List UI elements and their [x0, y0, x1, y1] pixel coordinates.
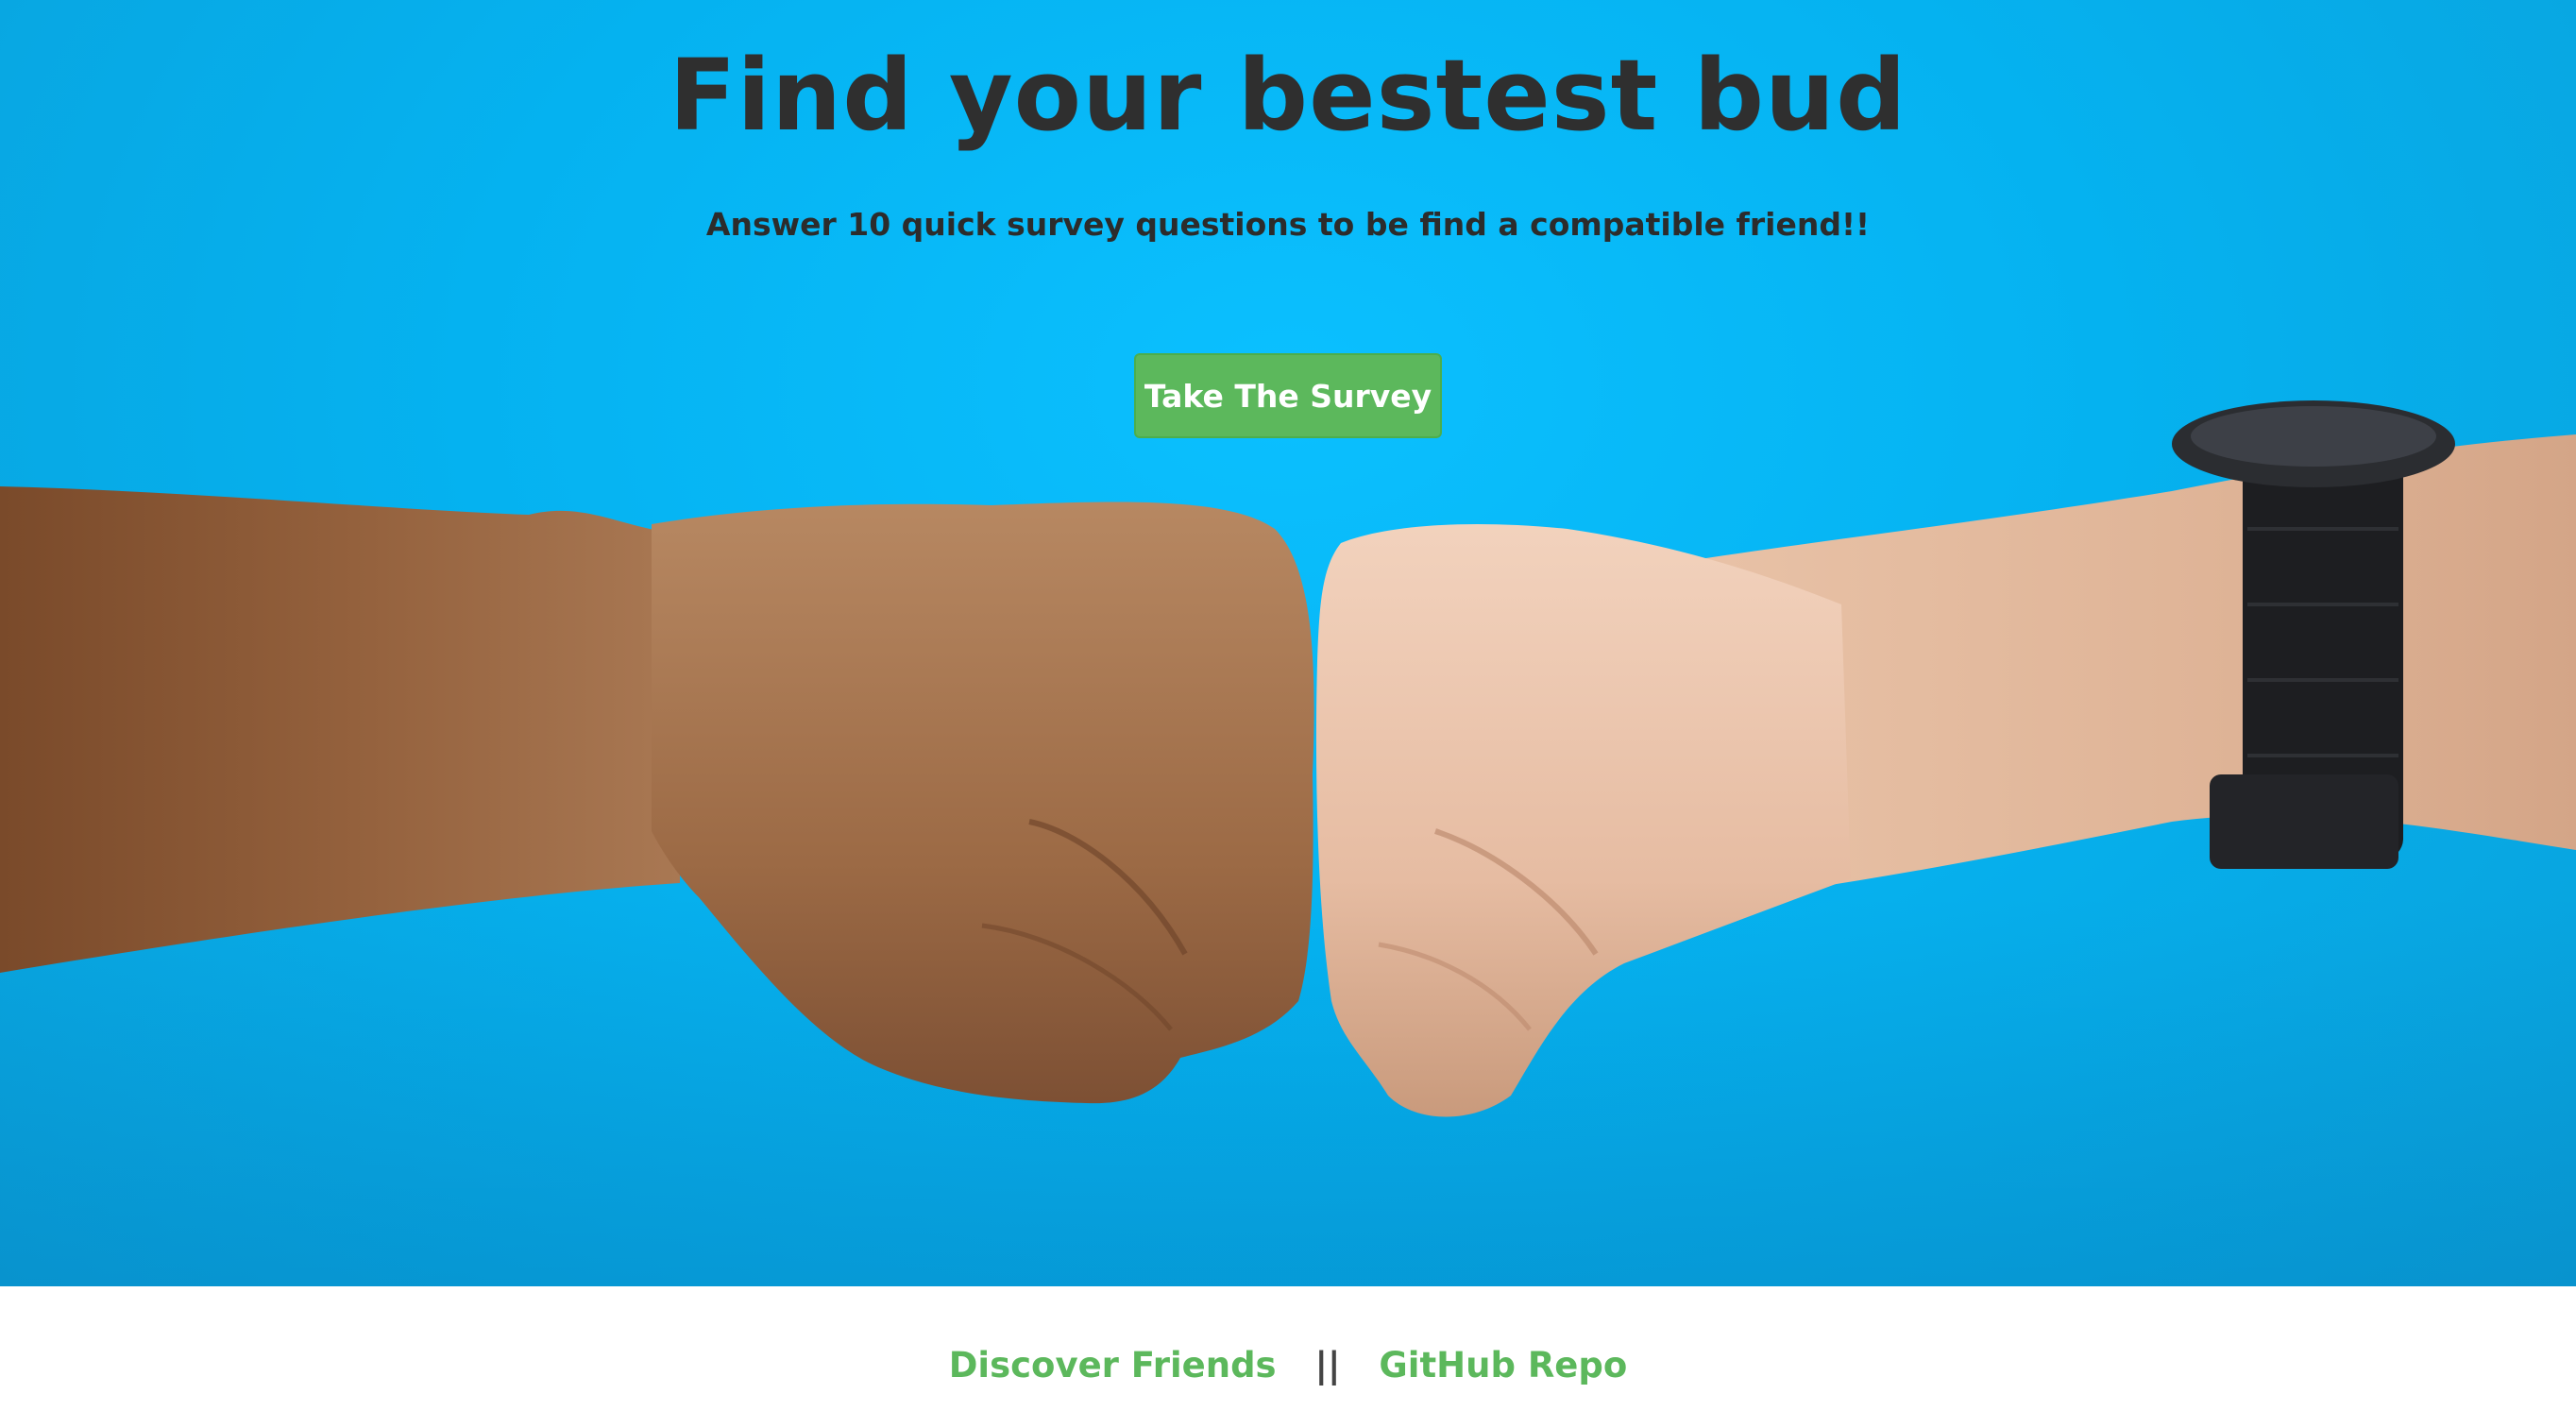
discover-friends-link[interactable]: Discover Friends — [949, 1345, 1277, 1386]
fist-bump-photo — [0, 400, 2576, 1117]
left-arm — [0, 486, 680, 973]
right-fist — [1315, 524, 1851, 1117]
page-title: Find your bestest bud — [669, 38, 1907, 153]
hero-section: Find your bestest bud Answer 10 quick su… — [0, 0, 2576, 1286]
page-subtitle: Answer 10 quick survey questions to be f… — [705, 206, 1871, 243]
take-survey-button[interactable]: Take The Survey — [1134, 353, 1442, 438]
footer-separator: || — [1314, 1345, 1341, 1386]
left-fist — [652, 502, 1314, 1104]
github-repo-link[interactable]: GitHub Repo — [1379, 1345, 1627, 1386]
footer-nav: Discover Friends || GitHub Repo — [0, 1345, 2576, 1386]
